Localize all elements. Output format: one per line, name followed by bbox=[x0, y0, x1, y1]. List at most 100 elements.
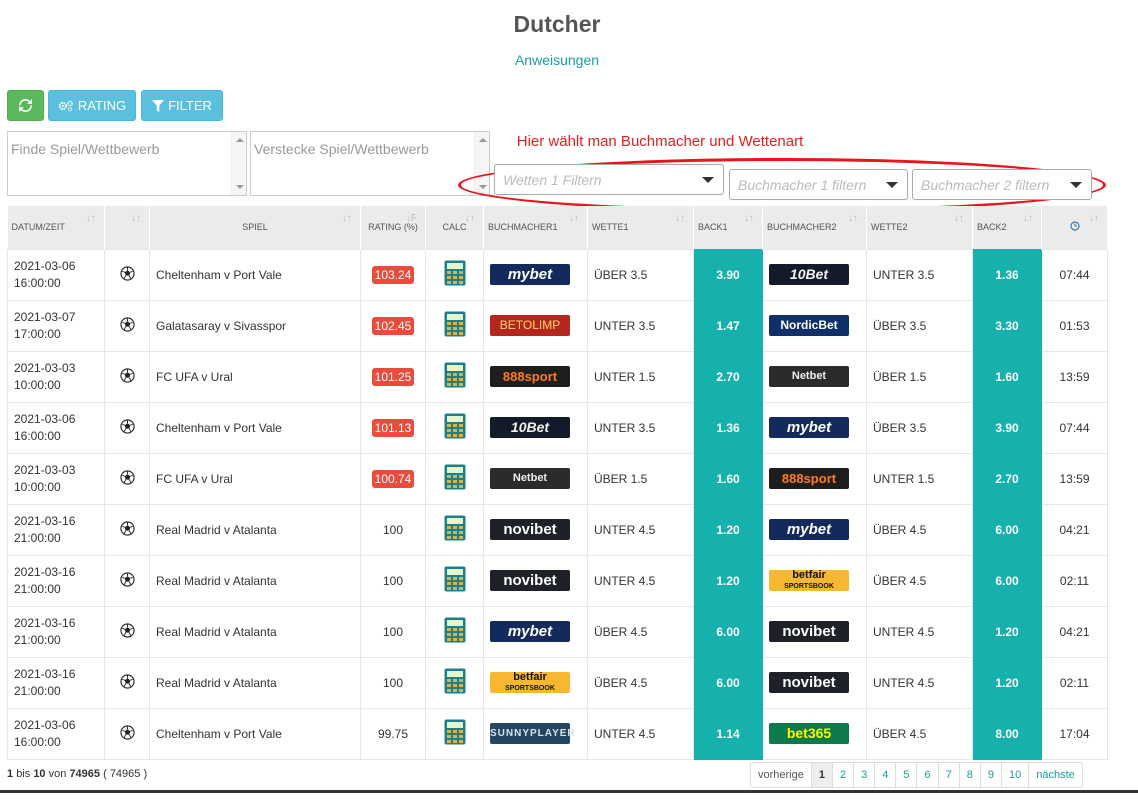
cell-calc[interactable] bbox=[425, 452, 484, 505]
cell-match[interactable]: FC UFA v Ural bbox=[149, 350, 361, 403]
cell-match[interactable]: Real Madrid v Atalanta bbox=[149, 554, 361, 607]
cell-back2[interactable]: 6.00 bbox=[972, 503, 1042, 556]
cell-back2[interactable]: 1.60 bbox=[972, 350, 1042, 403]
cell-bookmaker2[interactable]: NordicBet bbox=[762, 299, 867, 352]
pagination-page-6[interactable]: 6 bbox=[916, 763, 937, 787]
filter-button[interactable]: FILTER bbox=[141, 90, 223, 121]
cell-match[interactable]: FC UFA v Ural bbox=[149, 452, 361, 505]
calculator-icon[interactable] bbox=[444, 362, 466, 388]
calculator-icon[interactable] bbox=[444, 515, 466, 541]
cell-bookmaker1[interactable]: mybet bbox=[483, 248, 588, 301]
cell-back1[interactable]: 1.60 bbox=[693, 452, 763, 505]
find-match-input[interactable]: Finde Spiel/Wettbewerb bbox=[7, 131, 247, 196]
pagination-page-3[interactable]: 3 bbox=[853, 763, 874, 787]
calculator-icon[interactable] bbox=[444, 413, 466, 439]
cell-bookmaker1[interactable]: betfair SPORTSBOOK bbox=[483, 656, 588, 709]
pagination-page-4[interactable]: 4 bbox=[874, 763, 895, 787]
cell-back2[interactable]: 3.90 bbox=[972, 401, 1042, 454]
col-back2-header[interactable]: BACK2 ↓↑ bbox=[972, 206, 1042, 249]
cell-back2[interactable]: 8.00 bbox=[972, 707, 1042, 760]
cell-bookmaker2[interactable]: Netbet bbox=[762, 350, 867, 403]
cell-calc[interactable] bbox=[425, 401, 484, 454]
cell-back1[interactable]: 1.20 bbox=[693, 554, 763, 607]
cell-bookmaker2[interactable]: novibet bbox=[762, 605, 867, 658]
col-buchmacher2-header[interactable]: BUCHMACHER2 ↓↑ bbox=[762, 206, 867, 249]
bet1-filter-select[interactable]: Wetten 1 Filtern bbox=[494, 164, 724, 195]
cell-bookmaker1[interactable]: SUNNYPLAYER bbox=[483, 707, 588, 760]
col-time-left-header[interactable]: ↓↑ bbox=[1041, 206, 1108, 249]
cell-bookmaker2[interactable]: mybet bbox=[762, 503, 867, 556]
cell-back1[interactable]: 3.90 bbox=[693, 248, 763, 301]
cell-calc[interactable] bbox=[425, 503, 484, 556]
cell-calc[interactable] bbox=[425, 554, 484, 607]
pagination-page-7[interactable]: 7 bbox=[937, 763, 959, 787]
cell-match[interactable]: Real Madrid v Atalanta bbox=[149, 656, 361, 709]
cell-match[interactable]: Real Madrid v Atalanta bbox=[149, 503, 361, 556]
cell-bookmaker2[interactable]: mybet bbox=[762, 401, 867, 454]
cell-back1[interactable]: 1.14 bbox=[693, 707, 763, 760]
cell-bookmaker1[interactable]: novibet bbox=[483, 554, 588, 607]
col-rating-header[interactable]: RATING (%) ↓F bbox=[360, 206, 426, 249]
cell-bookmaker1[interactable]: novibet bbox=[483, 503, 588, 556]
cell-calc[interactable] bbox=[425, 707, 484, 760]
calculator-icon[interactable] bbox=[444, 260, 466, 286]
cell-back1[interactable]: 1.36 bbox=[693, 401, 763, 454]
calculator-icon[interactable] bbox=[444, 719, 466, 745]
col-spiel-header[interactable]: SPIEL ↓↑ bbox=[149, 206, 361, 249]
cell-bookmaker1[interactable]: mybet bbox=[483, 605, 588, 658]
cell-bookmaker2[interactable]: betfair SPORTSBOOK bbox=[762, 554, 867, 607]
cell-match[interactable]: Galatasaray v Sivasspor bbox=[149, 299, 361, 352]
cell-bookmaker1[interactable]: Netbet bbox=[483, 452, 588, 505]
calculator-icon[interactable] bbox=[444, 566, 466, 592]
cell-back1[interactable]: 6.00 bbox=[693, 605, 763, 658]
pagination-next-button[interactable]: nächste bbox=[1028, 763, 1082, 787]
cell-bookmaker2[interactable]: 10Bet bbox=[762, 248, 867, 301]
cell-match[interactable]: Cheltenham v Port Vale bbox=[149, 707, 361, 760]
bookmaker1-filter-select[interactable]: Buchmacher 1 filtern bbox=[729, 169, 908, 200]
col-buchmacher1-header[interactable]: BUCHMACHER1 ↓↑ bbox=[483, 206, 588, 249]
cell-back2[interactable]: 1.20 bbox=[972, 656, 1042, 709]
find-match-scrollbar[interactable] bbox=[231, 132, 246, 195]
cell-back1[interactable]: 1.20 bbox=[693, 503, 763, 556]
col-wette2-header[interactable]: WETTE2 ↓↑ bbox=[866, 206, 973, 249]
pagination-page-10[interactable]: 10 bbox=[1000, 763, 1028, 787]
cell-match[interactable]: Real Madrid v Atalanta bbox=[149, 605, 361, 658]
calculator-icon[interactable] bbox=[444, 311, 466, 337]
cell-calc[interactable] bbox=[425, 299, 484, 352]
pagination-page-2[interactable]: 2 bbox=[831, 763, 853, 787]
cell-back2[interactable]: 2.70 bbox=[972, 452, 1042, 505]
rating-button[interactable]: RATING bbox=[48, 90, 136, 121]
cell-calc[interactable] bbox=[425, 350, 484, 403]
cell-bookmaker2[interactable]: bet365 bbox=[762, 707, 867, 760]
refresh-button[interactable] bbox=[7, 90, 44, 121]
cell-bookmaker1[interactable]: BETOLIMP bbox=[483, 299, 588, 352]
instructions-link[interactable]: Anweisungen bbox=[0, 52, 1114, 68]
pagination-page-9[interactable]: 9 bbox=[979, 763, 1001, 787]
col-back1-header[interactable]: BACK1 ↓↑ bbox=[693, 206, 763, 249]
calculator-icon[interactable] bbox=[444, 464, 466, 490]
hide-match-input[interactable]: Verstecke Spiel/Wettbewerb bbox=[250, 131, 490, 196]
cell-bookmaker1[interactable]: 888sport bbox=[483, 350, 588, 403]
pagination-prev-button[interactable]: vorherige bbox=[751, 763, 811, 787]
cell-match[interactable]: Cheltenham v Port Vale bbox=[149, 248, 361, 301]
calculator-icon[interactable] bbox=[444, 617, 466, 643]
pagination-page-5[interactable]: 5 bbox=[895, 763, 916, 787]
cell-bookmaker2[interactable]: novibet bbox=[762, 656, 867, 709]
col-calc-header[interactable]: CALC ↓↑ bbox=[425, 206, 484, 249]
cell-bookmaker2[interactable]: 888sport bbox=[762, 452, 867, 505]
col-sport-header[interactable]: ↓↑ bbox=[104, 206, 150, 249]
cell-calc[interactable] bbox=[425, 248, 484, 301]
calculator-icon[interactable] bbox=[444, 668, 466, 694]
cell-calc[interactable] bbox=[425, 605, 484, 658]
cell-back2[interactable]: 6.00 bbox=[972, 554, 1042, 607]
cell-match[interactable]: Cheltenham v Port Vale bbox=[149, 401, 361, 454]
cell-calc[interactable] bbox=[425, 656, 484, 709]
pagination-page-1[interactable]: 1 bbox=[810, 763, 832, 787]
bookmaker2-filter-select[interactable]: Buchmacher 2 filtern bbox=[912, 169, 1092, 200]
cell-back1[interactable]: 6.00 bbox=[693, 656, 763, 709]
cell-back2[interactable]: 3.30 bbox=[972, 299, 1042, 352]
cell-back1[interactable]: 2.70 bbox=[693, 350, 763, 403]
cell-back1[interactable]: 1.47 bbox=[693, 299, 763, 352]
col-datum-zeit-header[interactable]: DATUM/ZEIT ↓↑ bbox=[7, 206, 105, 249]
cell-back2[interactable]: 1.36 bbox=[972, 248, 1042, 301]
